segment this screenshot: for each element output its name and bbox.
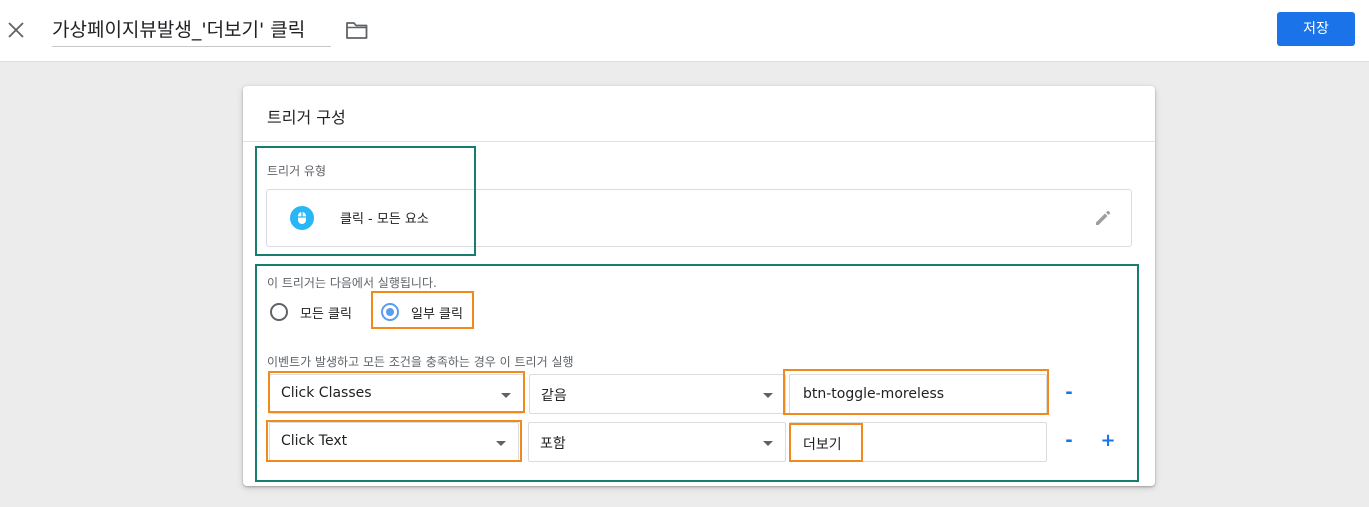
- dropdown-arrow-icon: [501, 393, 511, 398]
- top-bar: 가상페이지뷰발생_'더보기' 클릭 저장: [0, 0, 1369, 62]
- condition-2-value-input[interactable]: 더보기: [789, 422, 1047, 462]
- trigger-type-value: 클릭 - 모든 요소: [340, 212, 429, 227]
- radio-all-clicks-label[interactable]: 모든 클릭: [300, 303, 352, 322]
- condition-1-value-input[interactable]: btn-toggle-moreless: [789, 374, 1047, 414]
- dropdown-arrow-icon: [496, 441, 506, 446]
- trigger-type-selector[interactable]: 클릭 - 모든 요소: [266, 189, 1132, 247]
- dropdown-arrow-icon: [763, 393, 773, 398]
- pencil-edit-icon[interactable]: [1093, 208, 1113, 228]
- condition-2-variable-select[interactable]: Click Text: [269, 422, 519, 462]
- fires-on-label: 이 트리거는 다음에서 실행됩니다.: [267, 276, 437, 290]
- condition-1-remove-button[interactable]: -: [1059, 383, 1079, 403]
- radio-all-clicks[interactable]: [270, 303, 288, 321]
- condition-1-operator: 같음: [541, 388, 567, 404]
- folder-icon[interactable]: [345, 19, 369, 41]
- card-header: 트리거 구성: [243, 86, 1155, 142]
- add-condition-button[interactable]: +: [1098, 431, 1118, 451]
- mouse-click-icon: [290, 206, 314, 230]
- condition-2-operator-select[interactable]: 포함: [528, 422, 786, 462]
- trigger-type-label: 트리거 유형: [267, 164, 327, 178]
- close-icon[interactable]: [6, 20, 26, 40]
- condition-2-remove-button[interactable]: -: [1059, 431, 1079, 451]
- condition-2-variable: Click Text: [281, 433, 348, 449]
- radio-some-clicks[interactable]: [381, 303, 399, 321]
- trigger-config-card: 트리거 구성 트리거 유형 클릭 - 모든 요소 이 트리거는 다음에서 실행됩…: [243, 86, 1155, 486]
- condition-2-operator: 포함: [540, 436, 566, 452]
- trigger-name-input[interactable]: 가상페이지뷰발생_'더보기' 클릭: [52, 14, 331, 47]
- dropdown-arrow-icon: [763, 441, 773, 446]
- card-title: 트리거 구성: [267, 108, 346, 127]
- condition-1-variable-select[interactable]: Click Classes: [269, 374, 524, 414]
- condition-1-variable: Click Classes: [281, 385, 372, 401]
- radio-some-clicks-label[interactable]: 일부 클릭: [411, 303, 463, 322]
- condition-1-value: btn-toggle-moreless: [803, 386, 945, 402]
- condition-1-operator-select[interactable]: 같음: [529, 374, 786, 414]
- condition-label: 이벤트가 발생하고 모든 조건을 충족하는 경우 이 트리거 실행: [267, 355, 574, 369]
- condition-2-value: 더보기: [803, 437, 842, 453]
- save-button[interactable]: 저장: [1277, 12, 1355, 46]
